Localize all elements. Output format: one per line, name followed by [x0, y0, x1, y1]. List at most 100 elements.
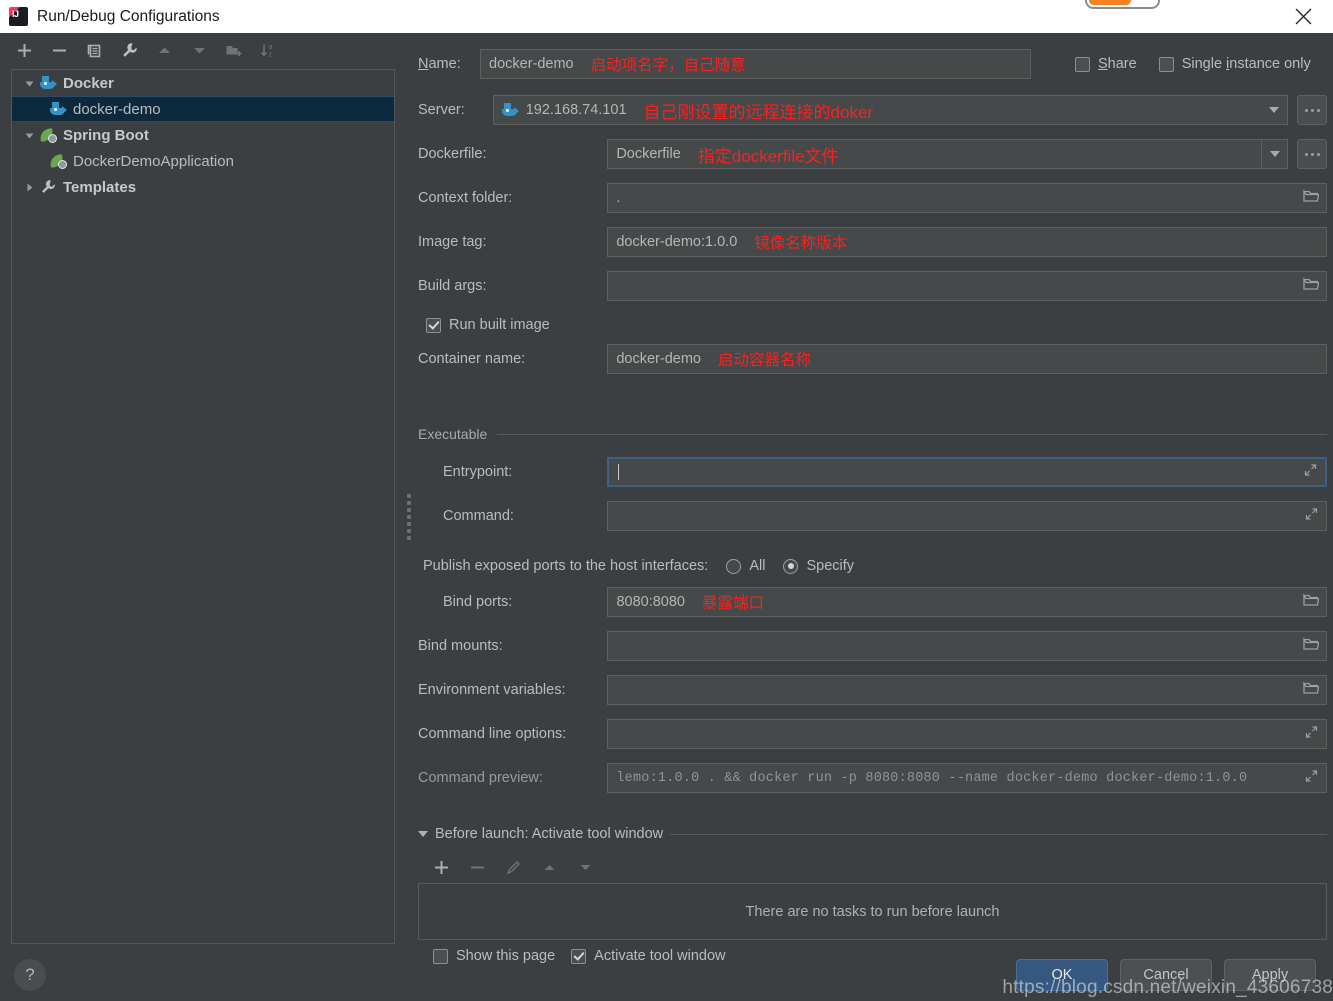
name-input[interactable]: docker-demo 启动项名字，自己随意 [480, 49, 1031, 79]
server-row: Server: 192.168.74.101 自己刚设置的远程连接的doker [418, 95, 1327, 125]
command-line-options-input[interactable] [607, 719, 1327, 749]
bind-ports-annotation: 暴露端口 [701, 595, 764, 612]
close-icon[interactable] [1281, 0, 1325, 33]
before-launch-title: Before launch: Activate tool window [435, 826, 664, 842]
run-built-image-label: Run built image [449, 317, 550, 333]
single-instance-label: Single instance only [1181, 56, 1311, 72]
radio-specify[interactable] [783, 558, 799, 574]
pane-splitter[interactable] [404, 33, 413, 1001]
image-tag-annotation: 镜像名称版本 [754, 235, 848, 252]
entrypoint-input[interactable] [607, 457, 1327, 487]
show-this-page-checkbox[interactable]: Show this page [433, 948, 555, 964]
expand-editor-icon[interactable] [1305, 726, 1318, 743]
before-launch-header[interactable]: Before launch: Activate tool window [418, 825, 1327, 843]
dialog-body: a z Docker docker-demo Spring Boot Docke… [0, 33, 1333, 1001]
command-preview-output: lemo:1.0.0 . && docker run -p 8080:8080 … [607, 763, 1327, 793]
context-folder-input[interactable]: . [607, 183, 1327, 213]
bind-mounts-input[interactable] [607, 631, 1327, 661]
sort-alpha-icon[interactable]: a z [259, 40, 279, 60]
image-tag-row: Image tag: docker-demo:1.0.0 镜像名称版本 [418, 227, 1327, 257]
arrow-up-icon[interactable] [154, 40, 174, 60]
remove-task-button[interactable] [467, 857, 487, 877]
move-task-down-button[interactable] [575, 857, 595, 877]
image-tag-input[interactable]: docker-demo:1.0.0 镜像名称版本 [607, 227, 1327, 257]
before-launch-empty-text: There are no tasks to run before launch [745, 903, 1000, 920]
folder-icon[interactable] [1303, 593, 1320, 611]
publish-ports-specify-radio[interactable]: Specify [783, 558, 854, 574]
run-built-image-checkbox-box[interactable] [426, 317, 441, 333]
folder-icon[interactable] [1303, 637, 1320, 655]
folder-add-icon[interactable] [224, 40, 244, 60]
tree-item-docker[interactable]: Docker [12, 70, 394, 96]
run-built-image-checkbox[interactable]: Run built image [426, 317, 550, 333]
folder-icon[interactable] [1303, 681, 1320, 699]
share-label: Share [1098, 56, 1137, 72]
expand-editor-icon[interactable] [1305, 508, 1318, 525]
cancel-button[interactable]: Cancel [1120, 959, 1212, 991]
docker-icon [38, 76, 58, 90]
apply-button[interactable]: Apply [1224, 959, 1316, 991]
separator-line [670, 833, 1327, 835]
build-args-row: Build args: [418, 271, 1327, 301]
arrow-down-icon[interactable] [189, 40, 209, 60]
tree-item-templates[interactable]: Templates [12, 174, 394, 200]
container-name-input[interactable]: docker-demo 启动容器名称 [607, 344, 1327, 374]
build-args-input[interactable] [607, 271, 1327, 301]
environment-variables-input[interactable] [607, 675, 1327, 705]
expand-editor-icon[interactable] [1305, 770, 1318, 787]
chevron-down-icon[interactable] [1261, 96, 1287, 124]
before-launch-task-list[interactable]: There are no tasks to run before launch [418, 883, 1327, 940]
expand-toggle-templates[interactable] [20, 182, 38, 193]
tree-item-dockerdemoapplication[interactable]: DockerDemoApplication [12, 148, 394, 174]
pencil-icon[interactable] [503, 857, 523, 877]
bind-ports-input[interactable]: 8080:8080 暴露端口 [607, 587, 1327, 617]
move-task-up-button[interactable] [539, 857, 559, 877]
help-button[interactable]: ? [14, 959, 46, 991]
configurations-tree[interactable]: Docker docker-demo Spring Boot DockerDem… [11, 69, 395, 944]
tree-item-label: DockerDemoApplication [73, 152, 234, 170]
tree-item-docker-demo[interactable]: docker-demo [12, 96, 394, 122]
name-row: Name: docker-demo 启动项名字，自己随意 Share Singl… [418, 49, 1327, 79]
tree-toolbar: a z [0, 33, 404, 67]
activate-tool-window-checkbox-box[interactable] [571, 948, 587, 964]
run-built-image-row: Run built image [418, 310, 1327, 340]
tree-item-label: Spring Boot [63, 126, 149, 144]
entrypoint-label: Entrypoint: [443, 464, 513, 480]
ok-button[interactable]: OK [1016, 959, 1108, 991]
single-instance-checkbox-box[interactable] [1158, 56, 1174, 72]
folder-icon[interactable] [1303, 277, 1320, 295]
add-configuration-button[interactable] [14, 40, 34, 60]
activate-tool-window-checkbox[interactable]: Activate tool window [571, 948, 726, 964]
expand-toggle-spring-boot[interactable] [20, 130, 38, 141]
dockerfile-annotation: 指定dockerfile文件 [697, 146, 839, 166]
collapse-toggle-icon[interactable] [418, 831, 428, 837]
dockerfile-row: Dockerfile: Dockerfile 指定dockerfile文件 [418, 139, 1327, 169]
share-checkbox[interactable]: Share [1075, 56, 1137, 72]
add-task-button[interactable] [431, 857, 451, 877]
show-this-page-checkbox-box[interactable] [433, 948, 448, 964]
radio-all[interactable] [726, 558, 742, 574]
chevron-down-icon[interactable] [1261, 140, 1287, 168]
expand-editor-icon[interactable] [1304, 464, 1317, 481]
publish-ports-all-radio[interactable]: All [726, 558, 765, 574]
tree-item-spring-boot[interactable]: Spring Boot [12, 122, 394, 148]
docker-icon [48, 102, 68, 116]
dockerfile-browse-button[interactable] [1297, 139, 1327, 169]
remove-configuration-button[interactable] [49, 40, 69, 60]
context-folder-label: Context folder: [418, 190, 513, 206]
expand-toggle-docker[interactable] [20, 78, 38, 89]
command-input[interactable] [607, 501, 1327, 531]
single-instance-checkbox[interactable]: Single instance only [1158, 56, 1311, 72]
intellij-idea-logo-icon [9, 7, 28, 26]
wrench-icon[interactable] [119, 40, 139, 60]
copy-icon[interactable] [84, 40, 104, 60]
server-browse-button[interactable] [1297, 95, 1327, 125]
name-annotation: 启动项名字，自己随意 [590, 57, 746, 74]
progress-bar [1085, 0, 1160, 9]
folder-icon[interactable] [1303, 189, 1320, 207]
dockerfile-combobox[interactable]: Dockerfile 指定dockerfile文件 [607, 139, 1288, 169]
executable-group-label: Executable [418, 426, 488, 442]
command-preview-text: lemo:1.0.0 . && docker run -p 8080:8080 … [616, 770, 1248, 786]
share-checkbox-box[interactable] [1075, 56, 1090, 72]
server-combobox[interactable]: 192.168.74.101 自己刚设置的远程连接的doker [492, 95, 1288, 125]
